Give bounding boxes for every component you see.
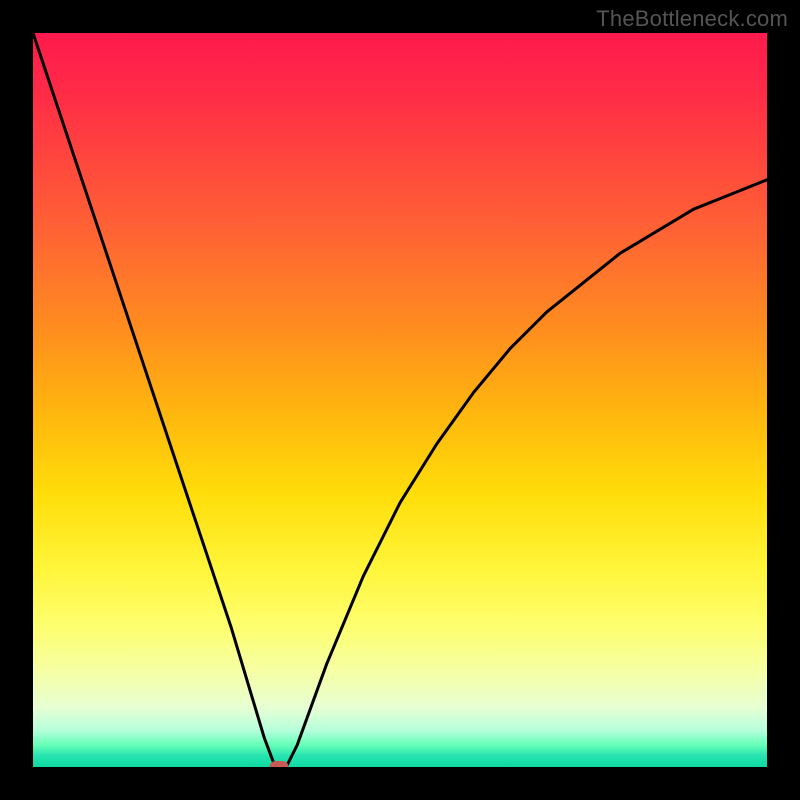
plot-area	[33, 33, 767, 767]
bottleneck-curve	[33, 33, 767, 767]
curve-svg	[33, 33, 767, 767]
bottleneck-marker	[269, 761, 288, 767]
watermark-label: TheBottleneck.com	[596, 6, 788, 32]
chart-frame: TheBottleneck.com	[0, 0, 800, 800]
